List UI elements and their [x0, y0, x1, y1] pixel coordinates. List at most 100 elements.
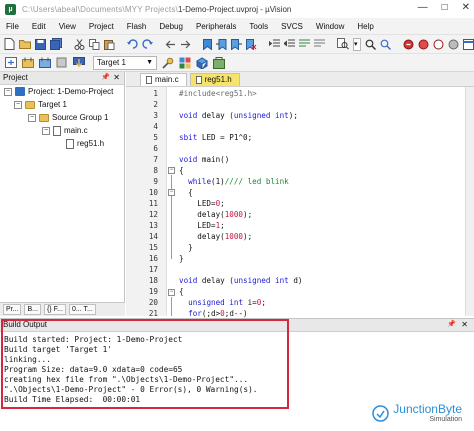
project-panel-tabs: Pr... B... {} F... 0... T... [0, 302, 125, 316]
fold-collapse-icon[interactable]: − [168, 289, 175, 296]
menu-flash[interactable]: Flash [127, 22, 147, 31]
rebuild-icon[interactable] [38, 56, 51, 69]
indent-icon[interactable] [269, 38, 280, 51]
editor-scrollbar[interactable] [465, 87, 474, 316]
close-icon[interactable]: ✕ [461, 319, 468, 331]
open-folder-icon[interactable] [19, 38, 31, 51]
find-in-files-icon[interactable] [337, 38, 349, 51]
undo-icon[interactable] [127, 38, 138, 51]
folder-icon [39, 113, 49, 122]
tree-item-reg51-h[interactable]: reg51.h [0, 137, 124, 150]
line-number-gutter: 1 2 3 4 5 6 7 8 9 10 11 12 13 14 15 16 1… [126, 87, 166, 318]
menu-svcs[interactable]: SVCS [281, 22, 303, 31]
file-extensions-icon[interactable] [178, 56, 191, 69]
tree-item-source-group[interactable]: − Source Group 1 [0, 111, 124, 124]
build-output-line: creating hex file from ".\Objects\1-Demo… [4, 375, 249, 384]
junctionbyte-logo-icon [372, 404, 390, 422]
manage-components-icon[interactable] [195, 56, 208, 69]
tree-item-label: Project: 1-Demo-Project [28, 87, 114, 96]
tree-item-target[interactable]: − Target 1 [0, 98, 124, 111]
tab-main-c[interactable]: main.c [140, 73, 187, 86]
save-all-icon[interactable] [50, 38, 62, 51]
tab-label: main.c [155, 75, 179, 84]
disable-breakpoint-icon[interactable] [433, 38, 444, 51]
collapse-icon[interactable]: − [14, 100, 22, 109]
paste-icon[interactable] [104, 38, 115, 51]
pin-icon[interactable]: 📌 [447, 319, 456, 331]
outdent-icon[interactable] [284, 38, 295, 51]
collapse-icon[interactable]: − [28, 113, 36, 122]
code-line: LED=1; [179, 221, 225, 230]
tree-item-main-c[interactable]: − main.c [0, 124, 124, 137]
tree-item-label: Target 1 [38, 100, 67, 109]
tab-templates[interactable]: 0... T... [68, 304, 96, 315]
bookmark-icon[interactable] [203, 38, 212, 51]
close-window-button[interactable]: ✕ [462, 2, 470, 13]
target-options-icon[interactable] [161, 56, 174, 69]
save-icon[interactable] [35, 38, 46, 51]
line-number: 21 [148, 309, 158, 318]
maximize-button[interactable]: □ [442, 2, 448, 13]
build-icon[interactable] [21, 56, 34, 69]
translate-icon[interactable] [4, 56, 17, 69]
code-area[interactable]: #include<reg51.h> void delay (unsigned i… [179, 87, 474, 318]
copy-icon[interactable] [89, 38, 100, 51]
new-file-icon[interactable] [4, 38, 15, 51]
code-line: { [179, 166, 184, 175]
next-bookmark-icon[interactable] [231, 38, 242, 51]
tab-label: reg51.h [204, 75, 232, 84]
uncomment-icon[interactable] [314, 38, 325, 51]
build-toolbar: Target 1 ▼ [0, 53, 474, 72]
minimize-button[interactable]: — [418, 2, 428, 13]
close-icon[interactable]: ✕ [113, 72, 120, 84]
code-line: sbit LED = P1^0; [179, 133, 253, 142]
select-packs-icon[interactable] [212, 56, 225, 69]
line-number: 15 [148, 243, 158, 252]
pin-icon[interactable]: 📌 [101, 72, 110, 84]
c-file-icon [53, 125, 61, 136]
line-number: 5 [153, 133, 158, 142]
window-title: C:\Users\abeal\Documents\MYY Projects\1-… [22, 5, 291, 14]
cut-icon[interactable] [74, 38, 85, 51]
tab-books[interactable]: B... [24, 304, 41, 315]
nav-back-icon[interactable] [165, 38, 176, 51]
breakpoint-icon[interactable] [418, 38, 429, 51]
comment-icon[interactable] [299, 38, 310, 51]
menu-view[interactable]: View [59, 22, 76, 31]
menu-debug[interactable]: Debug [159, 22, 183, 31]
tab-project[interactable]: Pr... [3, 304, 22, 315]
stop-build-icon[interactable] [55, 56, 68, 69]
menu-project[interactable]: Project [89, 22, 114, 31]
fold-collapse-icon[interactable]: − [168, 167, 175, 174]
menu-tools[interactable]: Tools [249, 22, 268, 31]
code-line: unsigned int i=0; [188, 298, 266, 307]
prev-bookmark-icon[interactable] [216, 38, 227, 51]
tree-item-project[interactable]: − Project: 1-Demo-Project [0, 85, 124, 98]
chevron-down-icon: ▼ [146, 58, 153, 66]
kill-breakpoints-icon[interactable] [448, 38, 459, 51]
fold-collapse-icon[interactable]: − [168, 189, 175, 196]
menu-help[interactable]: Help [357, 22, 373, 31]
download-icon[interactable] [72, 56, 85, 69]
code-line: { [179, 287, 184, 296]
tab-reg51-h[interactable]: reg51.h [189, 73, 240, 86]
redo-icon[interactable] [142, 38, 153, 51]
menu-window[interactable]: Window [316, 22, 344, 31]
tab-functions[interactable]: {} F... [43, 304, 66, 315]
menu-edit[interactable]: Edit [32, 22, 46, 31]
search-combo-icon[interactable]: ▾ [353, 37, 361, 51]
clear-bookmarks-icon[interactable] [246, 38, 257, 51]
window-title-name: 1-Demo-Project.uvproj - µVision [177, 4, 292, 14]
nav-forward-icon[interactable] [180, 38, 191, 51]
incremental-find-icon[interactable] [380, 38, 391, 51]
menu-file[interactable]: File [6, 22, 19, 31]
find-icon[interactable] [365, 38, 376, 51]
target-select[interactable]: Target 1 ▼ [93, 55, 157, 70]
debug-session-icon[interactable] [403, 38, 414, 51]
collapse-icon[interactable]: − [42, 126, 50, 135]
header-file-icon [195, 76, 202, 84]
collapse-icon[interactable]: − [4, 87, 12, 96]
menu-peripherals[interactable]: Peripherals [196, 22, 236, 31]
menu-bar: File Edit View Project Flash Debug Perip… [0, 18, 474, 34]
window-layout-icon[interactable] [462, 38, 474, 51]
